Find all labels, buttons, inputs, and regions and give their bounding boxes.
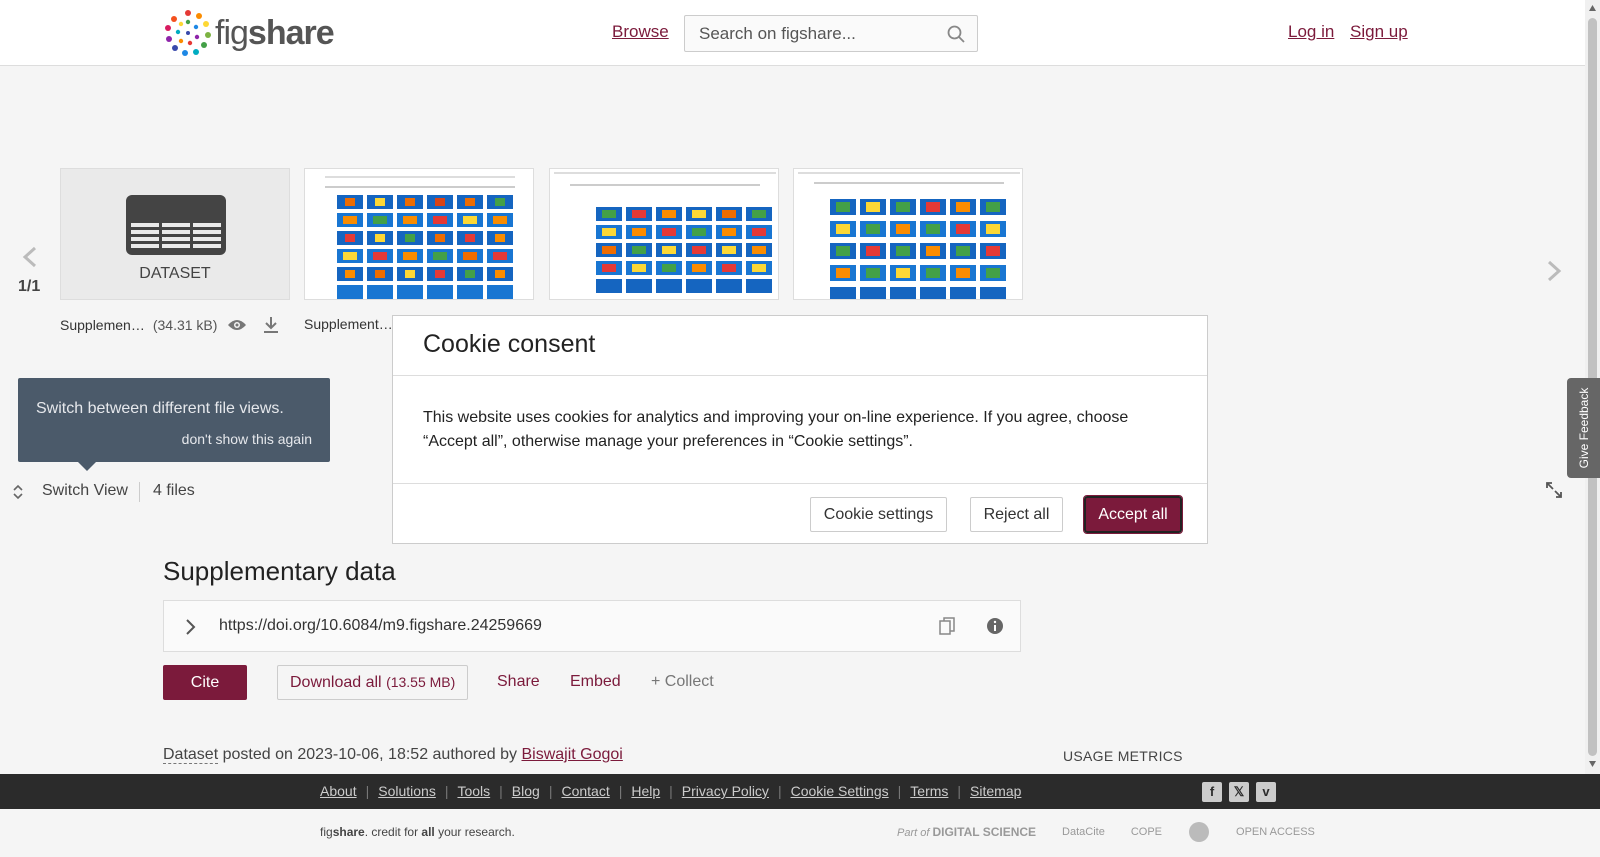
dialog-body: This website uses cookies for analytics … [423,409,1129,450]
reject-all-button[interactable]: Reject all [970,497,1063,532]
dialog-footer: Cookie settings Reject all Accept all [393,483,1207,545]
cookie-consent-dialog: Cookie consent This website uses cookies… [392,315,1208,544]
cookie-settings-button[interactable]: Cookie settings [810,497,947,532]
dialog-title: Cookie consent [423,330,596,358]
dialog-header: Cookie consent [393,316,1207,376]
accept-all-button[interactable]: Accept all [1083,495,1183,534]
